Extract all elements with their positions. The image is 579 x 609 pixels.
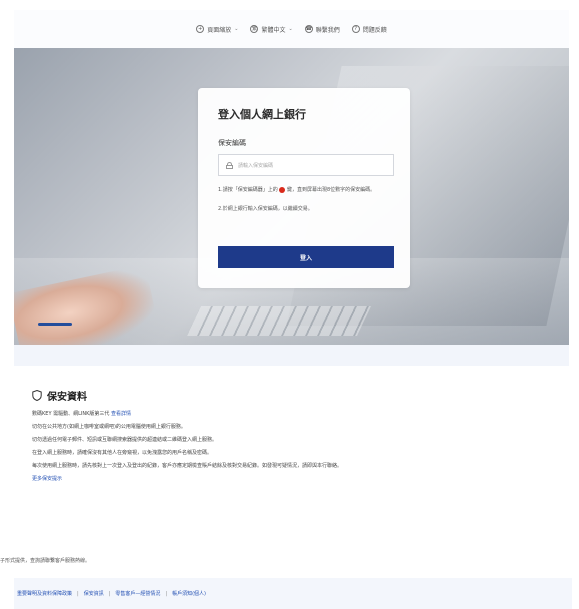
top-toolbar: + 頁面縮放 ⌄ 繁 繁體中文 ⌄ ☎ 聯繫我們 ? 問題反饋 xyxy=(14,10,569,48)
footer-link-statement[interactable]: 重要聲明及資料保障政策 xyxy=(17,590,72,597)
feedback-link[interactable]: ? 問題反饋 xyxy=(351,25,387,34)
view-details-link[interactable]: 查看詳情 xyxy=(111,411,131,417)
chevron-down-icon: ⌄ xyxy=(234,26,239,32)
chevron-down-icon: ⌄ xyxy=(288,26,293,32)
footer-links: 重要聲明及資料保障政策 | 保安資訊 | 零售客戶—經營情況 | 帳戶須知(個人… xyxy=(14,578,572,609)
security-code-label: 保安編碼 xyxy=(218,139,246,147)
contact-us-label: 聯繫我們 xyxy=(315,26,340,34)
shield-icon xyxy=(32,390,42,401)
carousel-indicator[interactable] xyxy=(38,323,72,326)
page-zoom-label: 頁面縮放 xyxy=(207,26,232,34)
security-title: 保安資料 xyxy=(47,392,87,403)
security-line-1: 數碼KEY 需驅動、網LINK版第三代 查看詳情 xyxy=(32,411,131,417)
phone-icon: ☎ xyxy=(304,25,313,33)
zoom-icon: + xyxy=(196,25,205,33)
keyboard-image xyxy=(187,306,371,336)
lock-icon xyxy=(226,161,233,169)
service-notice: 子形式提供，查詢請聯繫客戶服務熱線。 xyxy=(0,558,91,564)
more-security-tips-link[interactable]: 更多保安提示 xyxy=(32,475,552,482)
security-code-placeholder: 請輸入保安編碼 xyxy=(238,162,274,169)
contact-us-link[interactable]: ☎ 聯繫我們 xyxy=(304,25,340,34)
red-button-icon xyxy=(279,186,286,193)
security-line-4: 在登入網上服務時，請確保沒有其他人在旁窺視，以免洩露您的用戶名稱及密碼。 xyxy=(32,450,213,456)
language-label: 繁體中文 xyxy=(261,26,286,34)
security-header: 保安資料 xyxy=(32,388,552,403)
security-line-3: 切勿透過任何電子郵件、短訊或互聯網搜索器提供的超連結或二維碼登入網上服務。 xyxy=(32,437,218,443)
question-icon: ? xyxy=(351,25,360,33)
language-menu[interactable]: 繁 繁體中文 ⌄ xyxy=(250,25,293,34)
login-button[interactable]: 登入 xyxy=(218,246,394,268)
footer-link-account[interactable]: 帳戶須知(個人) xyxy=(172,590,206,597)
login-title: 登入個人網上銀行 xyxy=(218,108,306,121)
security-code-input[interactable]: 請輸入保安編碼 xyxy=(218,154,394,176)
language-icon: 繁 xyxy=(250,25,259,33)
banner-bottom-band xyxy=(14,345,569,366)
login-card: 登入個人網上銀行 保安編碼 請輸入保安編碼 1.請按「保安編碼器」上的 鍵，直到… xyxy=(198,88,410,288)
footer-separator: | xyxy=(77,590,79,597)
footer-separator: | xyxy=(165,590,168,597)
page-zoom-menu[interactable]: + 頁面縮放 ⌄ xyxy=(196,25,238,34)
hint-step-1: 1.請按「保安編碼器」上的 鍵，直到屏幕出現8位數字的保安編碼。 xyxy=(218,186,376,193)
security-line-5: 每次使用網上服務時，請先核對上一次登入及登出的紀錄，客戶亦應定期檢查賬戶結餘及核… xyxy=(32,463,343,469)
hero-banner: 登入個人網上銀行 保安編碼 請輸入保安編碼 1.請按「保安編碼器」上的 鍵，直到… xyxy=(14,48,569,345)
footer-link-retail[interactable]: 零售客戶—經營情況 xyxy=(115,590,160,597)
security-line-2: 切勿在公共地方(如網上咖啡室或網吧)的公用電腦使用網上銀行服務。 xyxy=(32,424,186,430)
security-info-section: 保安資料 數碼KEY 需驅動、網LINK版第三代 查看詳情 切勿在公共地方(如網… xyxy=(32,388,552,482)
feedback-label: 問題反饋 xyxy=(362,26,387,34)
hint-step-2: 2.於網上銀行輸入保安編碼，以繼續交易。 xyxy=(218,206,313,212)
footer-link-security[interactable]: 保安資訊 xyxy=(84,590,104,597)
footer-separator: | xyxy=(108,590,111,597)
